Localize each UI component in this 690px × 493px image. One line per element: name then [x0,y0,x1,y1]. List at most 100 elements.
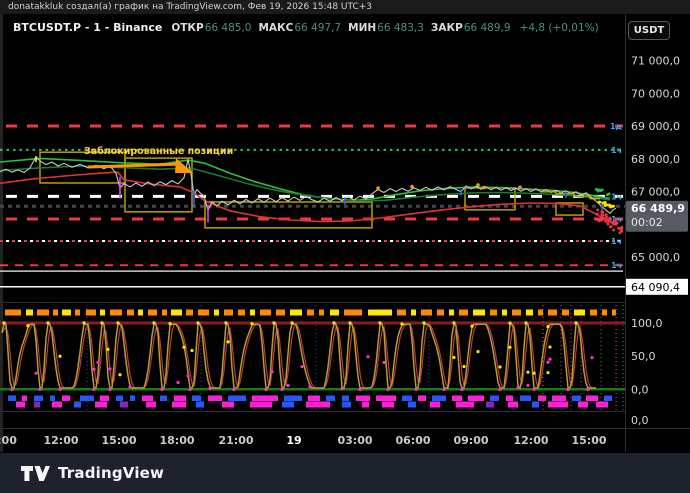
band-bottom-segment [604,396,612,402]
stoch-signal-dot [10,388,13,391]
ohlc-field: ОТКР66 485,0 [171,22,251,34]
signal-dot [482,186,486,190]
scatter-dot [605,216,608,219]
band-bottom-segment [228,396,246,402]
band-top-segment [148,310,157,316]
band-bottom-segment [62,396,70,402]
band-top-segment [162,310,167,316]
band-top-segment [110,310,122,316]
band-bottom-segment [160,396,167,402]
stoch-signal-dot [100,321,103,324]
stoch-signal-dot [176,381,179,384]
stoch-signal-dot [340,387,343,390]
band-top-segment [548,310,557,316]
band-top-segment [214,310,219,316]
time-axis-hitzone[interactable] [0,429,690,452]
stoch-signal-dot [182,346,185,349]
stoch-signal-dot [546,361,549,364]
stoch-signal-dot [208,387,211,390]
stoch-signal-dot [108,388,111,391]
scatter-dot [604,204,607,207]
band-bottom-segment [408,402,416,408]
band-bottom-segment [16,402,25,408]
stoch-signal-dot [508,346,511,349]
scatter-dot [612,222,615,225]
band-bottom-segment [146,402,156,408]
symbol-title[interactable]: BTCUSDT.P - 1 - Binance [13,21,162,34]
band-bottom-segment [120,402,128,408]
stoch-signal-dot [526,384,529,387]
stoch-signal-dot [498,365,501,368]
scatter-dot [601,189,604,192]
scatter-dot [608,192,611,195]
chart-legend[interactable]: BTCUSDT.P - 1 - Binance ОТКР66 485,0МАКС… [13,21,599,34]
band-bottom-segment [282,402,294,408]
band-top-segment [53,310,58,316]
scatter-dot [617,227,620,230]
stoch-signal-dot [46,321,49,324]
stoch-signal-dot [546,371,549,374]
stoch-signal-dot [532,372,535,375]
band-bottom-segment [376,396,396,402]
stoch-signal-dot [96,361,99,364]
currency-toggle-button[interactable]: USDT [628,21,670,40]
band-top-segment [171,310,182,316]
band-top-segment [612,310,616,316]
band-top-segment [397,310,406,316]
band-top-segment [290,310,302,316]
stoch-signal-dot [460,388,463,391]
currency-toggle-label: USDT [634,25,664,36]
scatter-dot [600,219,603,222]
stoch-signal-dot [498,388,501,391]
band-top-segment [490,310,497,316]
signal-dot [476,183,480,187]
bottom-bar: TradingView [0,453,690,493]
scatter-dot [597,190,600,193]
band-bottom-segment [306,402,330,408]
band-bottom-segment [572,396,581,402]
band-top-segment [437,310,444,316]
band-top-segment [590,310,597,316]
band-bottom-segment [252,396,278,402]
stoch-signal-dot [270,370,273,373]
band-bottom-segment [456,402,474,408]
band-bottom-segment [506,396,513,402]
band-bottom-segment [192,396,201,402]
band-top-segment [602,310,607,316]
stoch-signal-dot [272,321,275,324]
band-top-segment [75,310,80,316]
stoch-signal-dot [590,356,593,359]
scatter-dot [610,225,613,228]
band-top-segment [319,310,324,316]
stoch-signal-dot [422,321,425,324]
stoch-signal-dot [232,388,235,391]
credit-text: donatakkluk создал(а) график на TradingV… [8,2,372,12]
chart-canvas[interactable]: 1д1ч1ч1ч1ч1чЗаблокированные позиции71 00… [0,0,690,493]
band-bottom-segment [130,396,135,402]
band-bottom-segment [596,402,608,408]
scatter-dot [609,217,612,220]
band-bottom-segment [308,396,320,402]
stoch-signal-dot [348,321,351,324]
band-top-segment [344,310,362,316]
price-axis-hitzone[interactable] [626,14,690,452]
tradingview-logo[interactable]: TradingView [20,464,164,482]
scatter-dot [600,213,603,216]
scatter-dot [612,229,615,232]
scatter-dot [607,223,610,226]
band-bottom-segment [532,402,539,408]
stoch-signal-dot [508,322,511,325]
level-timeframe-tag: 1ч [611,146,622,155]
stoch-signal-dot [2,321,5,324]
band-bottom-segment [250,402,272,408]
band-bottom-segment [34,396,43,402]
stoch-signal-dot [548,358,551,361]
band-bottom-segment [50,396,55,402]
stoch-signal-dot [82,321,85,324]
stoch-signal-dot [452,321,455,324]
band-top-segment [574,310,585,316]
band-bottom-segment [196,402,204,408]
band-bottom-segment [222,402,234,408]
scatter-dot [602,217,605,220]
stoch-signal-dot [574,321,577,324]
